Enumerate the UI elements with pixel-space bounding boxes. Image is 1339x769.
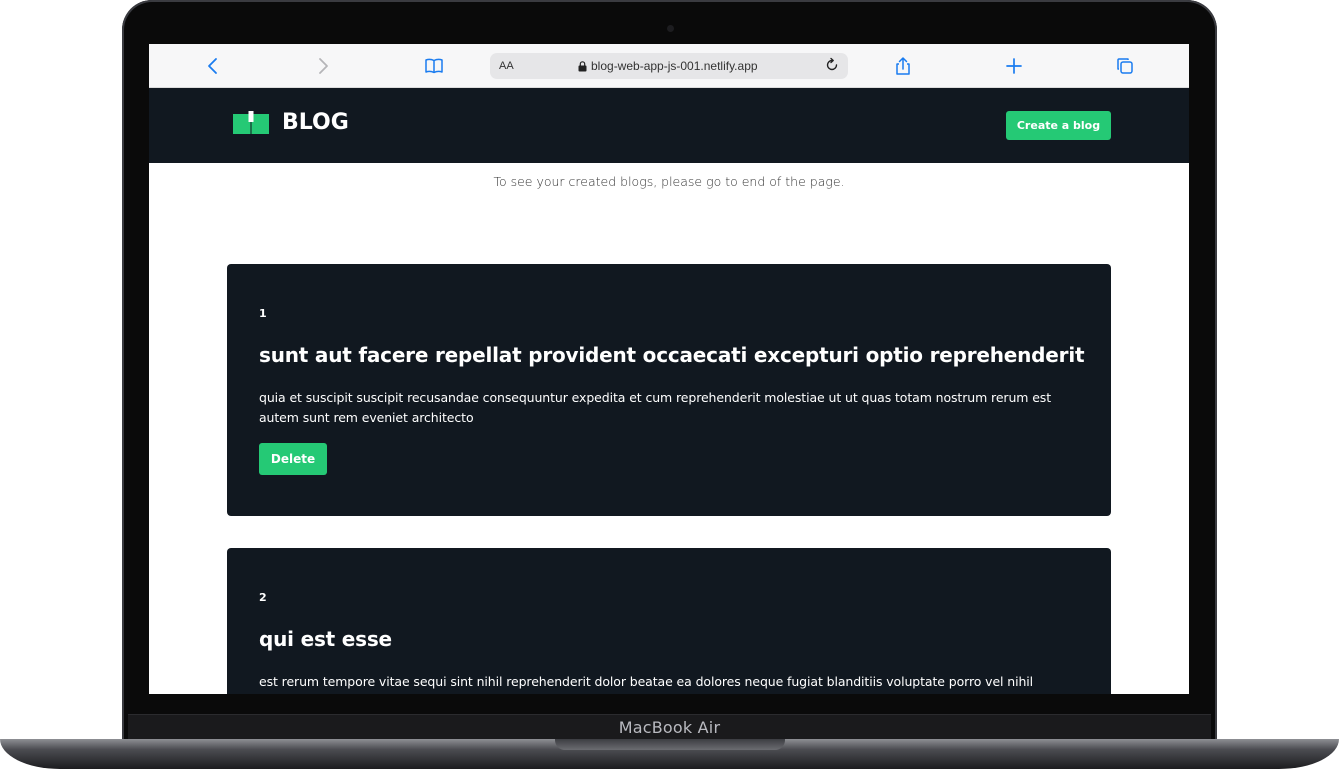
site-header: BLOG Create a blog	[149, 88, 1189, 163]
camera	[667, 25, 674, 32]
reload-icon[interactable]	[824, 57, 840, 73]
tabs-icon[interactable]	[1114, 55, 1136, 77]
text-size-button[interactable]: AA	[499, 60, 514, 72]
open-book-icon	[233, 110, 269, 134]
laptop-chin: MacBook Air	[128, 714, 1211, 740]
browser-toolbar: AA blog-web-app-js-001.netlify.app	[149, 44, 1189, 88]
address-bar[interactable]: AA blog-web-app-js-001.netlify.app	[490, 53, 848, 79]
chevron-right-icon[interactable]	[312, 55, 334, 77]
blog-card: 1 sunt aut facere repellat provident occ…	[227, 264, 1111, 516]
brand-title: BLOG	[282, 110, 349, 135]
blog-id: 1	[259, 307, 267, 320]
notice-text: To see your created blogs, please go to …	[493, 174, 845, 189]
screen: AA blog-web-app-js-001.netlify.app BLOG	[149, 44, 1189, 694]
lock-icon	[578, 60, 587, 71]
url-display: blog-web-app-js-001.netlify.app	[578, 59, 758, 73]
brand[interactable]: BLOG	[232, 110, 349, 135]
blog-title: qui est esse	[259, 627, 392, 651]
blog-body: quia et suscipit suscipit recusandae con…	[259, 390, 1052, 425]
blog-body: est rerum tempore vitae sequi sint nihil…	[259, 674, 1034, 689]
laptop-hinge	[555, 739, 785, 750]
chevron-left-icon[interactable]	[202, 55, 224, 77]
blog-id: 2	[259, 591, 267, 604]
device-label: MacBook Air	[618, 718, 721, 737]
book-icon[interactable]	[423, 55, 445, 77]
blog-card: 2 qui est esse est rerum tempore vitae s…	[227, 548, 1111, 694]
blog-title: sunt aut facere repellat provident occae…	[259, 343, 1085, 367]
create-blog-button[interactable]: Create a blog	[1006, 111, 1111, 140]
delete-button[interactable]: Delete	[259, 443, 327, 475]
url-text: blog-web-app-js-001.netlify.app	[591, 59, 758, 73]
plus-icon[interactable]	[1003, 55, 1025, 77]
share-icon[interactable]	[892, 55, 914, 77]
